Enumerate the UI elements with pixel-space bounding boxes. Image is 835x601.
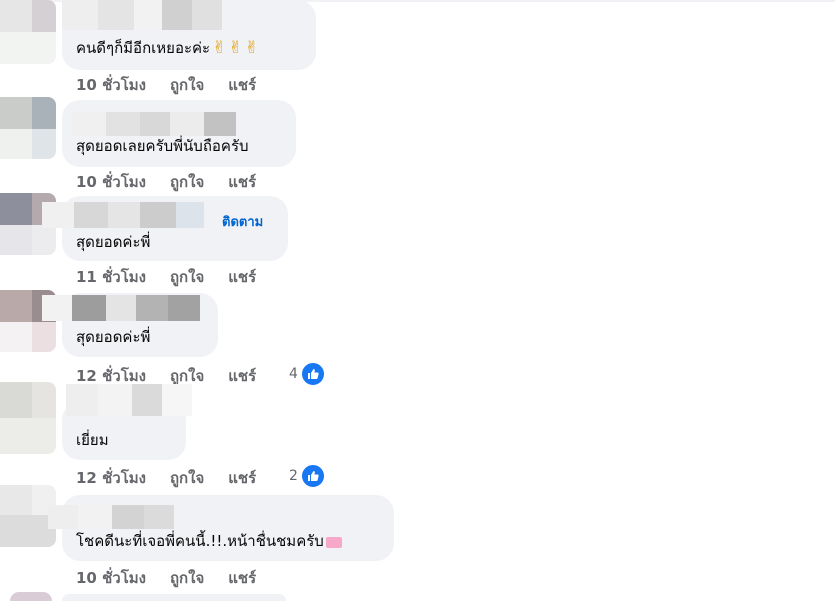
comment-actions: 11 ชั่วโมง ถูกใจ แชร์ (76, 265, 256, 289)
comment-bubble: เยี่ยม (62, 384, 192, 460)
blurred-author-name[interactable] (42, 295, 200, 325)
comment-text: เยี่ยม (76, 431, 109, 449)
blurred-author-name[interactable] (42, 202, 204, 232)
like-button[interactable]: ถูกใจ (170, 265, 204, 289)
like-button[interactable]: ถูกใจ (170, 566, 204, 590)
avatar[interactable] (0, 97, 56, 159)
share-button[interactable]: แชร์ (228, 170, 256, 194)
comment-actions: 10 ชั่วโมง ถูกใจ แชร์ (76, 73, 256, 97)
timestamp[interactable]: 10 ชั่วโมง (76, 170, 146, 194)
share-button[interactable]: แชร์ (228, 566, 256, 590)
timestamp[interactable]: 10 ชั่วโมง (76, 73, 146, 97)
reaction-count: 4 (289, 366, 298, 382)
blurred-author-name[interactable] (62, 0, 222, 30)
share-button[interactable]: แชร์ (228, 73, 256, 97)
comment-bubble: คนดีๆก็มีอีกเหยอะค่ะ ✌ ✌ ✌ (62, 0, 316, 70)
like-button[interactable]: ถูกใจ (170, 466, 204, 490)
victory-hand-icon: ✌ (228, 38, 243, 58)
timestamp[interactable]: 10 ชั่วโมง (76, 566, 146, 590)
comment-actions: 12 ชั่วโมง ถูกใจ แชร์ (76, 466, 256, 490)
avatar[interactable] (0, 0, 56, 64)
comment-text: สุดยอดค่ะพี่ (76, 328, 151, 346)
avatar[interactable] (0, 382, 56, 454)
share-button[interactable]: แชร์ (228, 364, 256, 388)
share-button[interactable]: แชร์ (228, 466, 256, 490)
comment-text: คนดีๆก็มีอีกเหยอะค่ะ ✌ ✌ ✌ (76, 38, 259, 58)
victory-hand-icon: ✌ (212, 38, 227, 58)
comment-text: สุดยอดเลยครับพี่นับถือครับ (76, 137, 249, 155)
comment-actions: 10 ชั่วโมง ถูกใจ แชร์ (76, 566, 256, 590)
blurred-author-name[interactable] (66, 384, 192, 416)
love-letter-icon (325, 537, 342, 548)
timestamp[interactable]: 12 ชั่วโมง (76, 466, 146, 490)
reaction-summary[interactable]: 2 (289, 464, 325, 488)
comment-bubble: ติดตาม สุดยอดค่ะพี่ (42, 196, 288, 261)
comment-bubble: โชคดีนะที่เจอพี่คนนี้.!!.หน้าชื่นชมครับ (48, 495, 394, 561)
follow-link[interactable]: ติดตาม (222, 211, 263, 232)
timestamp[interactable]: 11 ชั่วโมง (76, 265, 146, 289)
thumbs-up-icon (300, 464, 325, 488)
victory-hand-icon: ✌ (244, 38, 259, 58)
avatar[interactable] (10, 592, 52, 601)
reaction-count: 2 (289, 468, 298, 484)
like-button[interactable]: ถูกใจ (170, 170, 204, 194)
comment-bubble: สุดยอดเลยครับพี่นับถือครับ (62, 100, 296, 167)
comment-text: สุดยอดค่ะพี่ (76, 233, 151, 251)
comment-actions: 10 ชั่วโมง ถูกใจ แชร์ (76, 170, 256, 194)
thumbs-up-icon (300, 362, 325, 386)
comment-text: โชคดีนะที่เจอพี่คนนี้.!!.หน้าชื่นชมครับ (76, 531, 342, 551)
share-button[interactable]: แชร์ (228, 265, 256, 289)
like-button[interactable]: ถูกใจ (170, 73, 204, 97)
comment-bubble: สุดยอดค่ะพี่ (42, 293, 218, 357)
reaction-summary[interactable]: 4 (289, 362, 325, 386)
comment-bubble (62, 594, 286, 601)
